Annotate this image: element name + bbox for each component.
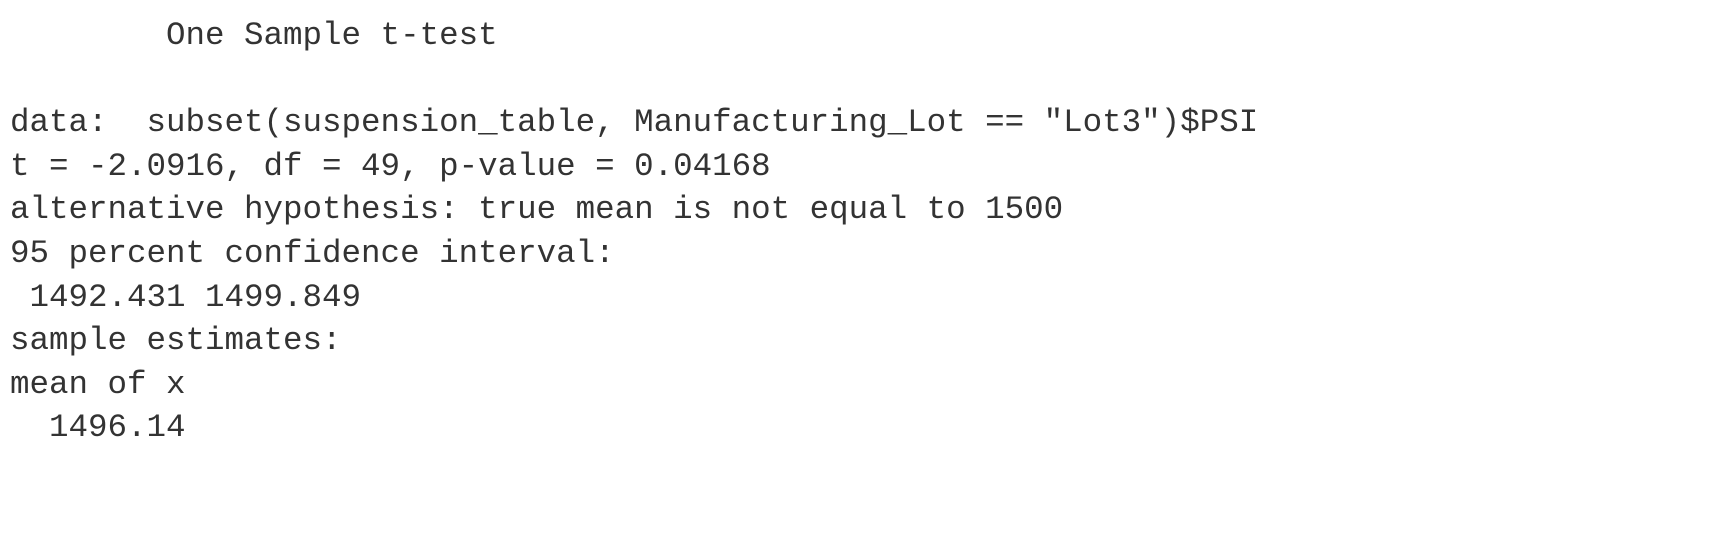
confidence-interval-values: 1492.431 1499.849 xyxy=(10,278,362,316)
sample-estimates-label: sample estimates: xyxy=(10,322,342,360)
confidence-interval-label: 95 percent confidence interval: xyxy=(10,234,615,272)
mean-value: 1496.14 xyxy=(10,409,186,447)
mean-label: mean of x xyxy=(10,365,186,403)
alternative-hypothesis-line: alternative hypothesis: true mean is not… xyxy=(10,191,1064,229)
data-line: data: subset(suspension_table, Manufactu… xyxy=(10,104,1259,142)
test-statistics-line: t = -2.0916, df = 49, p-value = 0.04168 xyxy=(10,147,771,185)
r-console-output: One Sample t-test data: subset(suspension… xyxy=(10,14,1258,450)
test-title: One Sample t-test xyxy=(10,17,498,54)
